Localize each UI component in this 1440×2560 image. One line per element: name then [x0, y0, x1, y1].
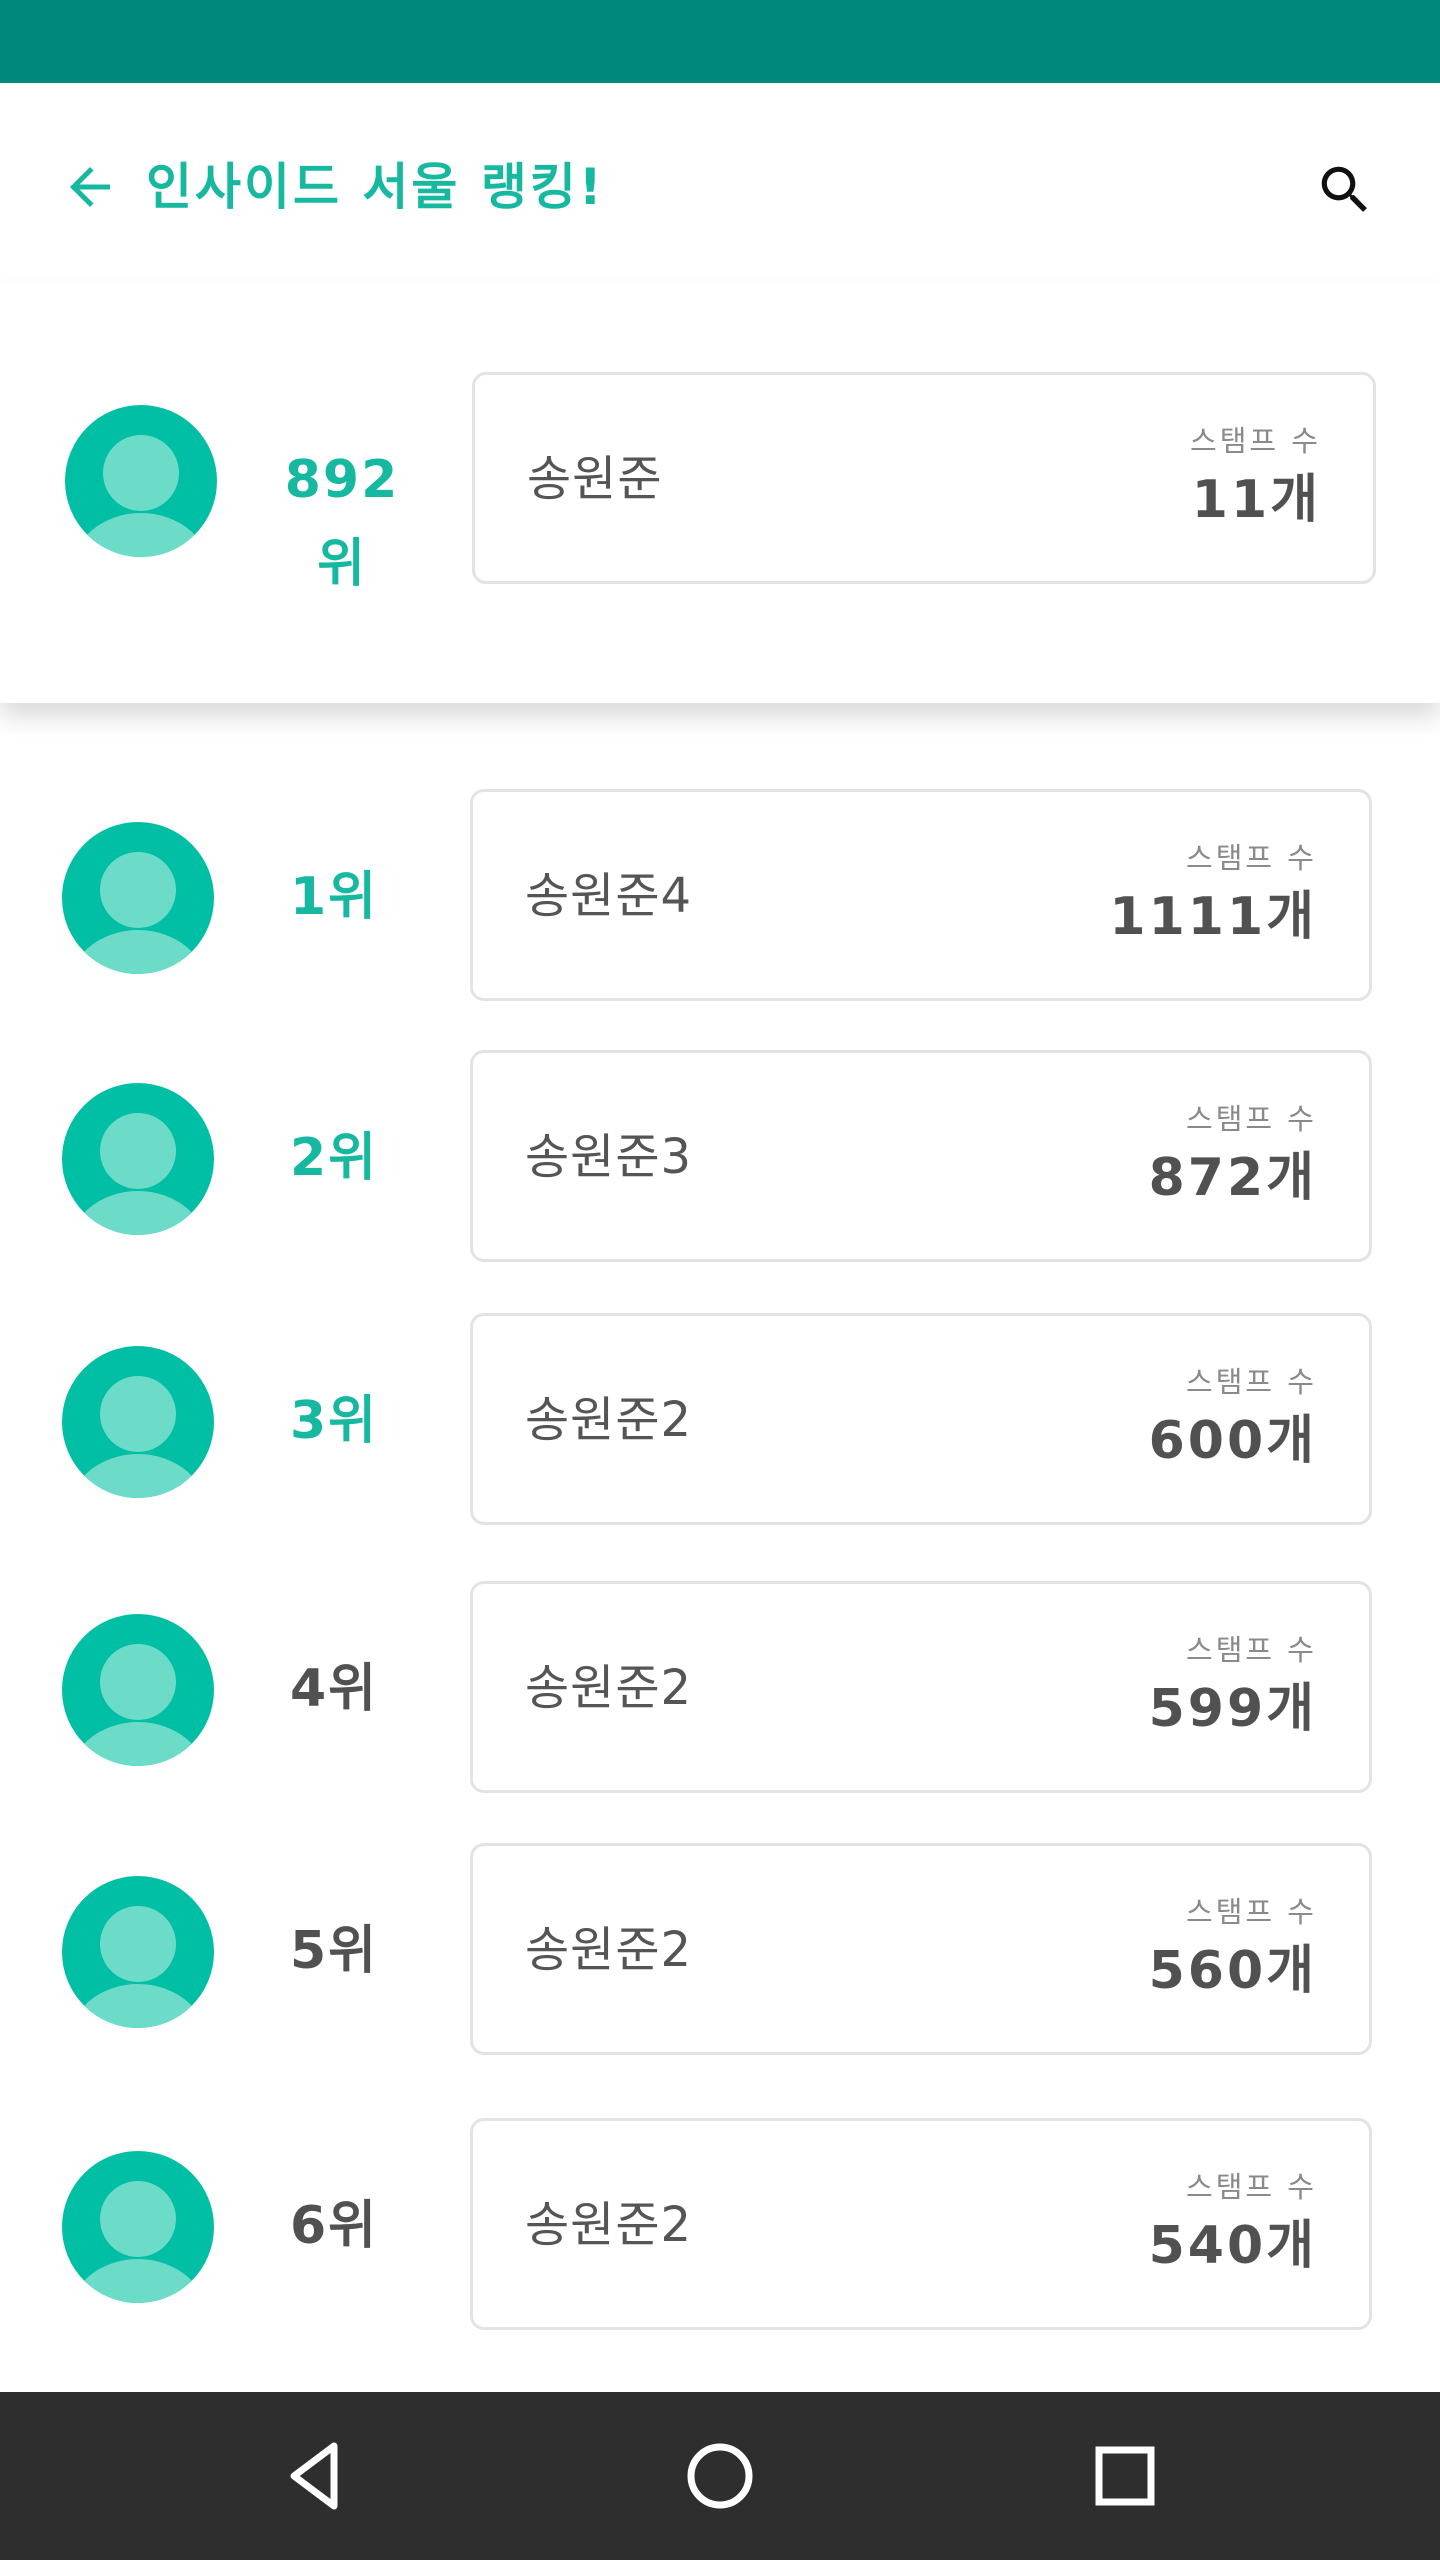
rank-card[interactable]: 송원준2 스탬프 수 600개 [470, 1313, 1372, 1525]
rank-number: 2위 [289, 1128, 379, 1188]
my-rank-row: 892위 송원준 스탬프 수 11개 [0, 372, 1440, 594]
avatar [62, 2151, 214, 2303]
avatar [62, 1876, 214, 2028]
circle-home-icon [687, 2443, 753, 2509]
stamp-count: 560개 [1148, 1941, 1317, 2001]
avatar-body [71, 513, 211, 557]
back-button[interactable] [48, 145, 132, 229]
avatar [62, 822, 214, 974]
list-item[interactable]: 4위 송원준2 스탬프 수 599개 [0, 1581, 1440, 1797]
stamp-label: 스탬프 수 [1186, 841, 1317, 875]
rank-number: 3위 [289, 1391, 379, 1451]
list-item[interactable]: 1위 송원준4 스탬프 수 1111개 [0, 789, 1440, 1005]
avatar-head [103, 435, 179, 511]
stamp-count: 599개 [1148, 1679, 1317, 1739]
my-rank-card[interactable]: 송원준 스탬프 수 11개 [472, 372, 1376, 584]
rank-number: 6위 [289, 2196, 379, 2256]
user-name: 송원준4 [525, 868, 693, 924]
nav-home-button[interactable] [660, 2416, 780, 2536]
my-rank-panel: 892위 송원준 스탬프 수 11개 [0, 283, 1440, 703]
rank-number: 5위 [289, 1921, 379, 1981]
rank-card[interactable]: 송원준2 스탬프 수 540개 [470, 2118, 1372, 2330]
stamp-count: 872개 [1148, 1148, 1317, 1208]
stamp-label: 스탬프 수 [1190, 424, 1321, 458]
my-rank-number: 892위 [284, 450, 400, 594]
page-title: 인사이드 서울 랭킹! [146, 158, 605, 216]
stamp-label: 스탬프 수 [1186, 1365, 1317, 1399]
arrow-back-icon [70, 167, 110, 207]
stamp-count: 1111개 [1109, 887, 1317, 947]
rank-card[interactable]: 송원준3 스탬프 수 872개 [470, 1050, 1372, 1262]
triangle-back-icon [290, 2442, 338, 2510]
user-name: 송원준2 [525, 2197, 693, 2253]
rank-card[interactable]: 송원준4 스탬프 수 1111개 [470, 789, 1372, 1001]
stamp-count: 600개 [1148, 1411, 1317, 1471]
stamp-count: 540개 [1148, 2216, 1317, 2276]
stamp-label: 스탬프 수 [1186, 2170, 1317, 2204]
user-name: 송원준2 [525, 1660, 693, 1716]
user-name: 송원준3 [525, 1129, 693, 1185]
stamp-label: 스탬프 수 [1186, 1895, 1317, 1929]
rank-card[interactable]: 송원준2 스탬프 수 599개 [470, 1581, 1372, 1793]
rank-number: 1위 [289, 867, 379, 927]
list-item[interactable]: 5위 송원준2 스탬프 수 560개 [0, 1843, 1440, 2059]
list-item[interactable]: 3위 송원준2 스탬프 수 600개 [0, 1313, 1440, 1529]
stamp-label: 스탬프 수 [1186, 1102, 1317, 1136]
square-recents-icon [1095, 2446, 1155, 2506]
app-bar: 인사이드 서울 랭킹! [0, 83, 1440, 283]
user-name: 송원준2 [525, 1922, 693, 1978]
avatar [62, 1614, 214, 1766]
nav-recents-button[interactable] [1065, 2416, 1185, 2536]
avatar [65, 405, 217, 557]
user-name: 송원준 [527, 451, 663, 507]
nav-back-button[interactable] [256, 2416, 376, 2536]
list-item[interactable]: 2위 송원준3 스탬프 수 872개 [0, 1050, 1440, 1266]
rank-card[interactable]: 송원준2 스탬프 수 560개 [470, 1843, 1372, 2055]
avatar [62, 1346, 214, 1498]
rank-number: 4위 [289, 1659, 379, 1719]
search-icon [1321, 166, 1367, 212]
search-button[interactable] [1300, 145, 1390, 235]
stamp-label: 스탬프 수 [1186, 1633, 1317, 1667]
status-bar [0, 0, 1440, 83]
list-item[interactable]: 6위 송원준2 스탬프 수 540개 [0, 2118, 1440, 2334]
stamp-count: 11개 [1191, 470, 1321, 530]
system-nav-bar [0, 2392, 1440, 2560]
user-name: 송원준2 [525, 1392, 693, 1448]
ranking-list[interactable]: 1위 송원준4 스탬프 수 1111개 2위 송원준3 스탬프 수 872개 3… [0, 703, 1440, 2392]
avatar [62, 1083, 214, 1235]
